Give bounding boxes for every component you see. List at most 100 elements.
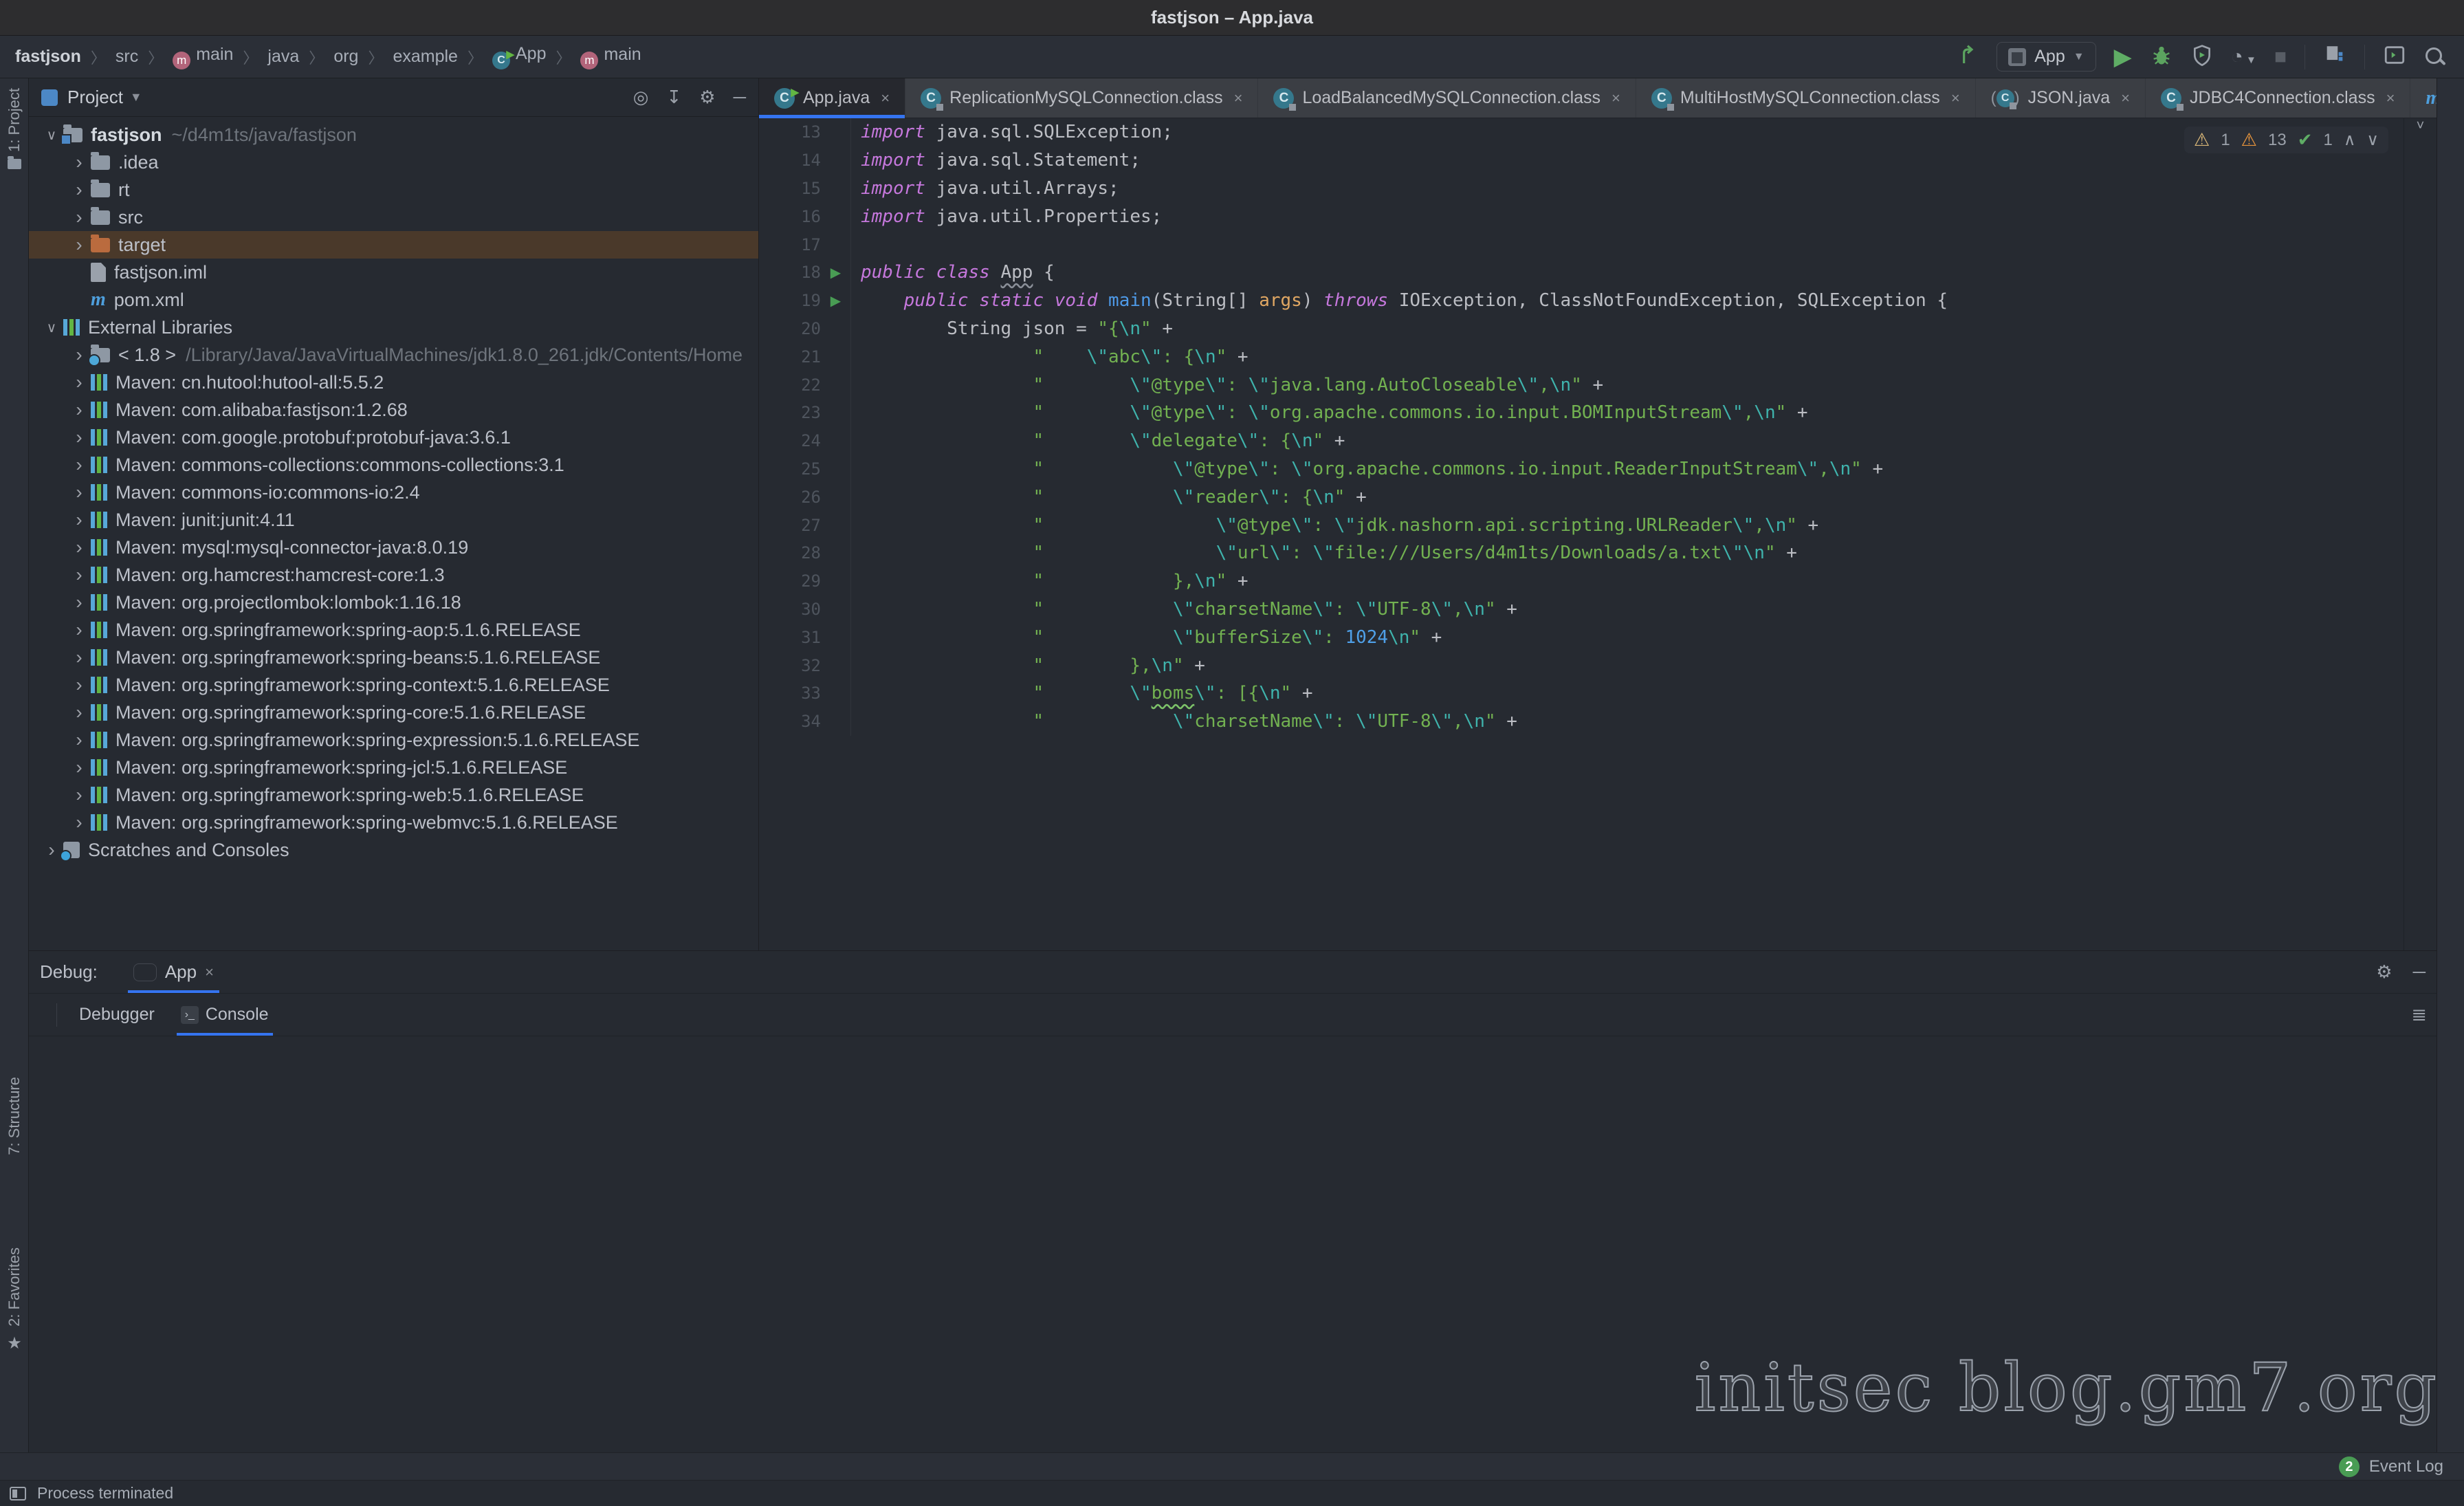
close-icon[interactable]: × xyxy=(2386,89,2395,107)
console-options-icon[interactable]: ≣ xyxy=(2411,1004,2427,1025)
tree-chevron-icon[interactable]: › xyxy=(67,674,91,696)
tree-chevron-icon[interactable]: › xyxy=(67,206,91,228)
tree-item[interactable]: ›Maven: junit:junit:4.11 xyxy=(29,506,758,534)
event-log-widget[interactable]: 2 Event Log xyxy=(2339,1456,2443,1477)
close-icon[interactable]: × xyxy=(1234,89,1243,107)
tree-chevron-icon[interactable]: › xyxy=(67,426,91,448)
tree-item[interactable]: ›Maven: org.springframework:spring-core:… xyxy=(29,699,758,726)
error-stripe[interactable]: ˅ xyxy=(2404,118,2436,950)
toolwindow-button-favorites[interactable]: 2: Favorites ★ xyxy=(0,1247,29,1353)
tree-chevron-icon[interactable]: › xyxy=(67,729,91,751)
build-project-icon[interactable] xyxy=(1957,44,1979,70)
close-icon[interactable]: × xyxy=(1951,89,1960,107)
profiler-button[interactable]: ◔ ▼ xyxy=(2231,47,2256,67)
breadcrumb-item-App[interactable]: CApp xyxy=(492,44,546,69)
tree-chevron-icon[interactable]: › xyxy=(67,619,91,641)
code-line-27[interactable]: 27 " \"@type\": \"jdk.nashorn.api.script… xyxy=(759,511,2404,539)
tree-chevron-icon[interactable]: › xyxy=(67,756,91,778)
code-line-32[interactable]: 32 " },\n" + xyxy=(759,651,2404,679)
code-line-14[interactable]: 14import java.sql.Statement; xyxy=(759,146,2404,175)
tree-item[interactable]: ›target xyxy=(29,231,758,259)
tree-item[interactable]: ∨External Libraries xyxy=(29,314,758,341)
editor-tab-jdbc4connection-class[interactable]: CJDBC4Connection.class× xyxy=(2146,78,2410,118)
tree-chevron-icon[interactable]: › xyxy=(67,509,91,531)
code-line-20[interactable]: 20 String json = "{\n" + xyxy=(759,315,2404,343)
code-line-13[interactable]: 13import java.sql.SQLException; xyxy=(759,118,2404,146)
tree-item[interactable]: ›Maven: commons-collections:commons-coll… xyxy=(29,451,758,479)
code-line-16[interactable]: 16import java.util.Properties; xyxy=(759,202,2404,230)
close-icon[interactable]: × xyxy=(1612,89,1620,107)
breadcrumb-item-org[interactable]: org xyxy=(333,47,358,67)
tree-item[interactable]: ›Maven: cn.hutool:hutool-all:5.5.2 xyxy=(29,369,758,396)
tree-chevron-icon[interactable]: › xyxy=(67,536,91,558)
tree-chevron-icon[interactable]: › xyxy=(67,646,91,668)
tree-chevron-icon[interactable]: ∨ xyxy=(40,319,63,336)
close-icon[interactable]: × xyxy=(881,89,890,107)
tree-item[interactable]: ∨fastjson~/d4m1ts/java/fastjson xyxy=(29,121,758,149)
tree-item[interactable]: ›Maven: org.springframework:spring-expre… xyxy=(29,726,758,754)
tree-chevron-icon[interactable]: › xyxy=(67,591,91,613)
stop-button[interactable]: ■ xyxy=(2274,47,2287,67)
editor-tab-loadbalancedmysqlconnection-class[interactable]: CLoadBalancedMySQLConnection.class× xyxy=(1258,78,1636,118)
tree-item[interactable]: ›Maven: org.springframework:spring-jcl:5… xyxy=(29,754,758,781)
breadcrumb-item-example[interactable]: example xyxy=(393,47,458,67)
code-line-33[interactable]: 33 " \"boms\": [{\n" + xyxy=(759,679,2404,708)
hide-icon[interactable]: ─ xyxy=(734,87,746,108)
editor-tab-replicationmysqlconnection-class[interactable]: CReplicationMySQLConnection.class× xyxy=(905,78,1258,118)
editor-tab-app-java[interactable]: CApp.java× xyxy=(759,78,905,118)
run-button[interactable]: ▶ xyxy=(2114,45,2132,69)
toolwindow-button-structure[interactable]: 7: Structure xyxy=(0,1077,29,1155)
debug-session-tab[interactable]: App × xyxy=(128,951,219,993)
code-line-30[interactable]: 30 " \"charsetName\": \"UTF-8\",\n" + xyxy=(759,596,2404,624)
tree-item[interactable]: ›Maven: mysql:mysql-connector-java:8.0.1… xyxy=(29,534,758,561)
code-line-18[interactable]: 18▶public class App { xyxy=(759,259,2404,287)
tree-item[interactable]: ›Maven: org.projectlombok:lombok:1.16.18 xyxy=(29,589,758,616)
tree-chevron-icon[interactable]: › xyxy=(67,399,91,421)
code-line-28[interactable]: 28 " \"url\": \"file:///Users/d4m1ts/Dow… xyxy=(759,539,2404,567)
code-line-25[interactable]: 25 " \"@type\": \"org.apache.commons.io.… xyxy=(759,455,2404,483)
breadcrumb[interactable]: fastjson〉src〉mmain〉java〉org〉example〉CApp… xyxy=(15,44,641,69)
code-line-29[interactable]: 29 " },\n" + xyxy=(759,567,2404,596)
tree-chevron-icon[interactable]: › xyxy=(67,454,91,476)
tree-chevron-icon[interactable]: › xyxy=(67,234,91,256)
close-icon[interactable]: × xyxy=(205,963,214,981)
code-editor[interactable]: 13import java.sql.SQLException;14import … xyxy=(759,118,2404,950)
tree-chevron-icon[interactable]: › xyxy=(67,371,91,393)
tree-chevron-icon[interactable]: › xyxy=(67,564,91,586)
collapse-all-icon[interactable]: ↧ xyxy=(666,87,681,108)
code-line-22[interactable]: 22 " \"@type\": \"java.lang.AutoCloseabl… xyxy=(759,371,2404,399)
tree-item[interactable]: fastjson.iml xyxy=(29,259,758,286)
tree-item[interactable]: ›src xyxy=(29,204,758,231)
tree-item[interactable]: ›< 1.8 >/Library/Java/JavaVirtualMachine… xyxy=(29,341,758,369)
breadcrumb-item-main[interactable]: mmain xyxy=(173,45,233,69)
settings-gear-icon[interactable]: ⚙ xyxy=(2376,961,2392,983)
code-line-34[interactable]: 34 " \"charsetName\": \"UTF-8\",\n" + xyxy=(759,708,2404,736)
breadcrumb-item-java[interactable]: java xyxy=(267,47,299,67)
code-line-24[interactable]: 24 " \"delegate\": {\n" + xyxy=(759,427,2404,455)
breadcrumb-item-fastjson[interactable]: fastjson xyxy=(15,47,81,67)
close-icon[interactable]: × xyxy=(2121,89,2130,107)
tree-item[interactable]: ›Maven: com.google.protobuf:protobuf-jav… xyxy=(29,424,758,451)
tree-chevron-icon[interactable]: › xyxy=(67,784,91,806)
tree-item[interactable]: ›Maven: org.hamcrest:hamcrest-core:1.3 xyxy=(29,561,758,589)
tree-item[interactable]: ›Maven: com.alibaba:fastjson:1.2.68 xyxy=(29,396,758,424)
tree-item[interactable]: ›Maven: org.springframework:spring-conte… xyxy=(29,671,758,699)
code-line-23[interactable]: 23 " \"@type\": \"org.apache.commons.io.… xyxy=(759,399,2404,427)
search-icon[interactable] xyxy=(2424,46,2446,68)
tree-item[interactable]: ›Maven: org.springframework:spring-aop:5… xyxy=(29,616,758,644)
breadcrumb-item-src[interactable]: src xyxy=(116,47,138,67)
run-gutter-icon[interactable]: ▶ xyxy=(821,287,851,315)
tree-chevron-icon[interactable]: › xyxy=(67,811,91,833)
tree-item[interactable]: ›Maven: org.springframework:spring-web:5… xyxy=(29,781,758,809)
chevron-down-icon[interactable]: ▼ xyxy=(130,90,142,105)
code-line-26[interactable]: 26 " \"reader\": {\n" + xyxy=(759,483,2404,511)
tab-console[interactable]: ›_ Console xyxy=(177,994,273,1036)
code-line-31[interactable]: 31 " \"bufferSize\": 1024\n" + xyxy=(759,623,2404,651)
editor-tab-multihostmysqlconnection-class[interactable]: CMultiHostMySQLConnection.class× xyxy=(1636,78,1976,118)
code-line-21[interactable]: 21 " \"abc\": {\n" + xyxy=(759,342,2404,371)
restore-window-icon[interactable] xyxy=(10,1487,26,1500)
tab-debugger[interactable]: Debugger xyxy=(75,994,159,1036)
tree-item[interactable]: ›rt xyxy=(29,176,758,204)
code-line-17[interactable]: 17 xyxy=(759,230,2404,259)
tree-item[interactable]: ›Maven: org.springframework:spring-beans… xyxy=(29,644,758,671)
